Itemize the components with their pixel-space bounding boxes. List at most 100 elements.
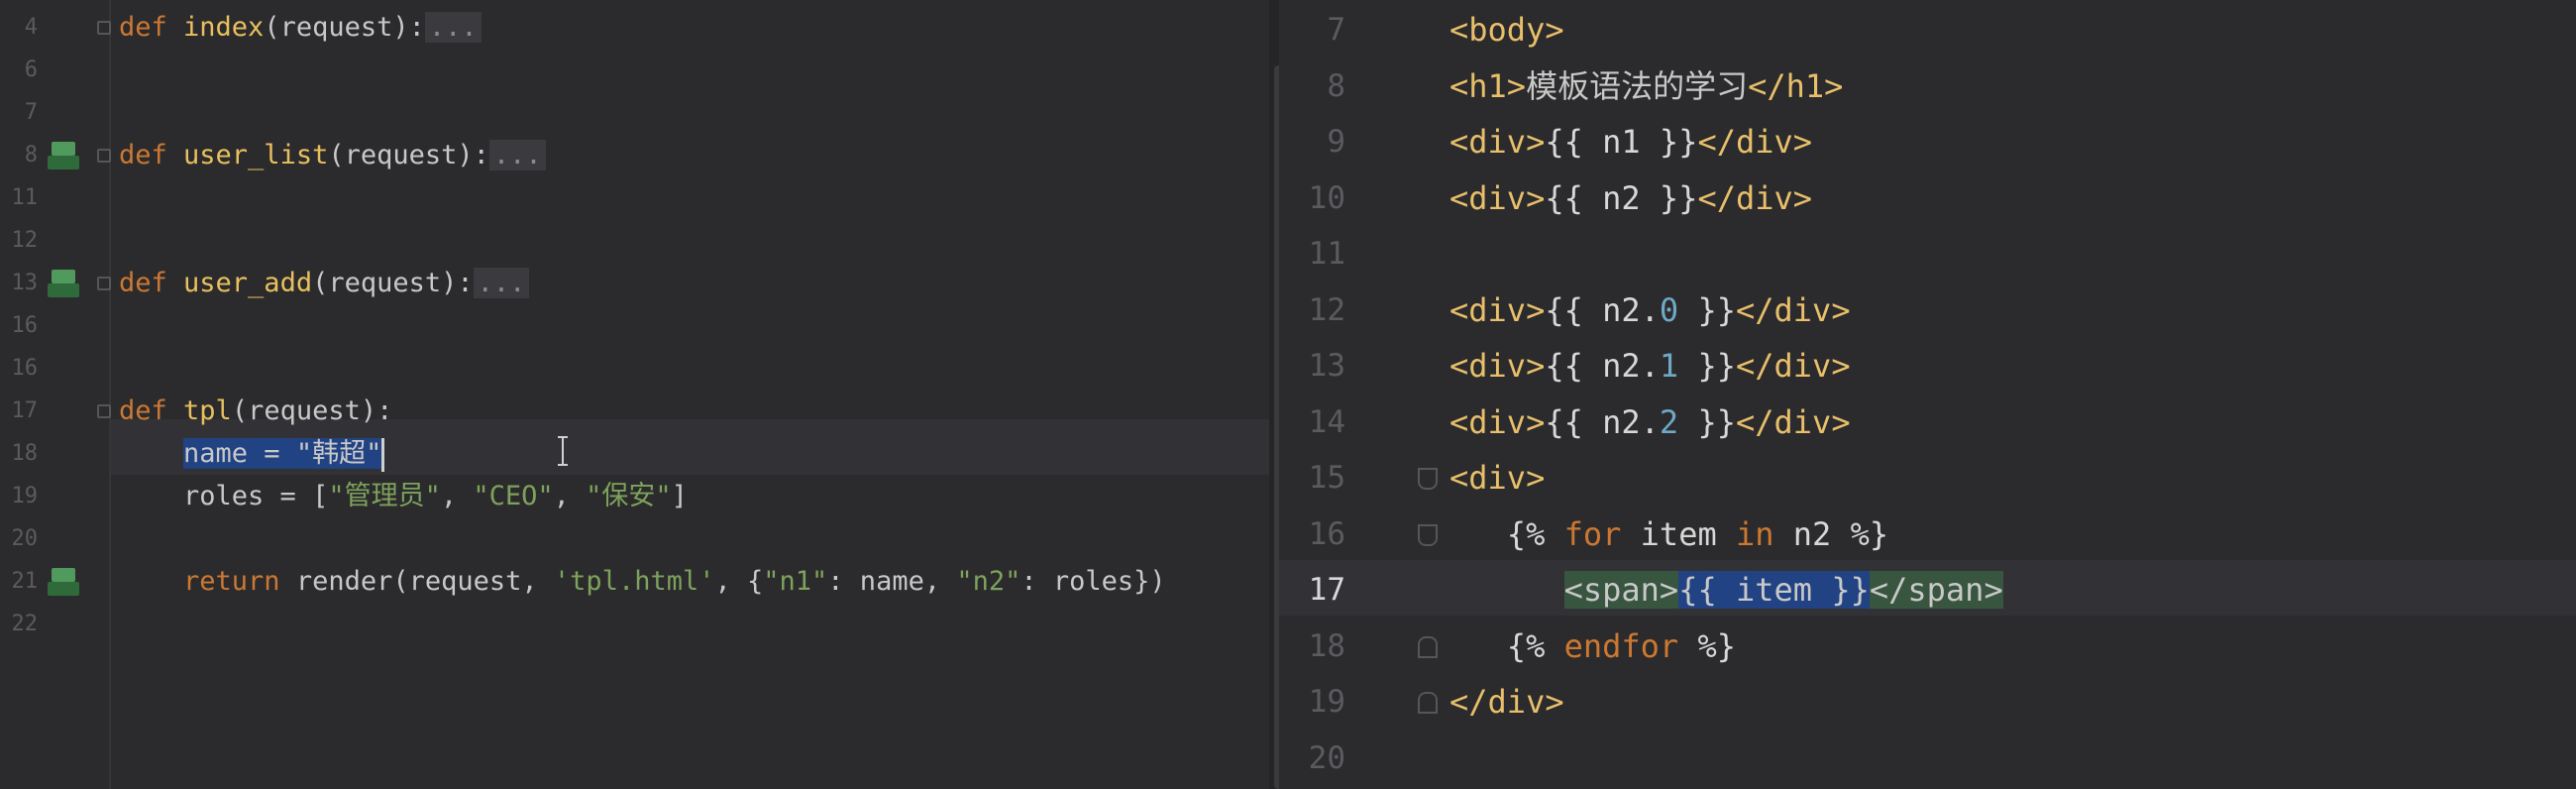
code-token: <h1> [1449,66,1527,105]
code-token: 2 [1659,402,1679,441]
code-line[interactable]: 10 <div>{{ n2 }}</div> [1279,170,2576,226]
code-token: (request): [231,395,393,426]
code-token: , [553,481,587,511]
code-token: n2 %} [1773,514,1889,553]
code-token: endfor [1563,626,1679,665]
code-token: def [119,395,184,426]
code-token: in [1735,514,1774,553]
code-line[interactable]: 17 <span>{{ item }}</span> [1279,562,2576,618]
line-number: 10 [1308,179,1345,216]
code-token: item [1621,514,1736,553]
code-text[interactable]: {% for item in n2 %} [1449,507,1888,562]
line-number: 19 [1308,684,1345,720]
code-token: <div> [1449,402,1546,441]
code-token: ... [473,268,530,298]
code-line[interactable]: 19 </div> [1279,674,2576,730]
code-token: {{ n2. [1545,290,1660,329]
right-editor-pane[interactable]: 7 <body> 8 <h1>模板语法的学习</h1> 9 <div>{{ n1 }}</… [1279,0,2576,789]
code-token: <div> [1449,347,1546,385]
text-caret [381,437,385,472]
code-text[interactable]: <div> [1449,450,1545,506]
code-line[interactable]: 15 <div> [1279,450,2576,506]
code-token: </div> [1449,683,1564,721]
code-token: roles = [ [119,481,329,511]
code-line[interactable]: 18 {% endfor %} [1279,619,2576,674]
code-token: 0 [1659,290,1679,329]
code-token: <div> [1449,459,1546,497]
code-token: {{ n2. [1545,347,1660,385]
code-token: {{ n2. [1545,402,1660,441]
code-token: </div> [1735,290,1851,329]
line-number: 8 [1327,67,1345,104]
code-token: , { [714,566,764,597]
code-token: 'tpl.html' [553,566,715,597]
code-token: user_add [183,268,313,298]
code-line[interactable]: 11 [1279,226,2576,282]
code-line[interactable]: 9 <div>{{ n1 }}</div> [1279,114,2576,169]
code-token: , [440,481,474,511]
code-line[interactable]: 22 [0,597,1279,652]
code-line[interactable]: 8 <h1>模板语法的学习</h1> [1279,58,2576,114]
code-token: def [119,268,184,298]
code-token: return [183,566,296,597]
code-token: 模板语法的学习 [1526,66,1749,105]
code-token: }} [1678,347,1736,385]
line-number: 20 [1308,739,1345,776]
code-text[interactable]: <div>{{ n2 }}</div> [1449,170,1812,226]
code-token: : name, [827,566,957,597]
code-text[interactable]: <div>{{ n2.0 }}</div> [1449,282,1851,338]
line-number: 11 [1308,236,1345,272]
code-token: 1 [1659,347,1679,385]
line-number: 22 [11,612,39,636]
code-token: "保安" [586,481,672,511]
line-number: 7 [1327,12,1345,48]
code-token: ] [671,481,688,511]
code-text[interactable]: <div>{{ n1 }}</div> [1449,114,1812,169]
line-number: 12 [1308,291,1345,328]
code-text[interactable]: {% endfor %} [1449,619,1736,674]
code-line[interactable]: 12 <div>{{ n2.0 }}</div> [1279,282,2576,338]
code-token: for [1563,514,1622,553]
code-line[interactable]: 14 <div>{{ n2.2 }}</div> [1279,394,2576,450]
code-token: (request): [328,140,489,170]
code-token: %} [1678,626,1736,665]
code-text[interactable]: <div>{{ n2.2 }}</div> [1449,394,1851,450]
code-token: "n2" [956,566,1021,597]
code-token: tpl [183,395,232,426]
code-token: </div> [1735,402,1851,441]
code-text[interactable]: <span>{{ item }}</span> [1449,562,2003,618]
code-token: {% [1506,626,1564,665]
left-editor-pane[interactable]: 4 def index(request):... 6 7 8 def user_list(… [0,0,1279,789]
code-token: </div> [1697,123,1813,161]
code-token: <div> [1449,123,1546,161]
code-line[interactable]: 7 <body> [1279,2,2576,57]
code-text[interactable]: <body> [1449,2,1564,57]
code-text[interactable]: <h1>模板语法的学习</h1> [1449,58,1843,114]
code-token: "n1" [763,566,828,597]
line-number: 9 [1327,124,1345,160]
code-line[interactable]: 16 {% for item in n2 %} [1279,507,2576,562]
code-token: }} [1678,402,1736,441]
code-line[interactable]: 13 <div>{{ n2.1 }}</div> [1279,338,2576,394]
code-token: "CEO" [473,481,554,511]
code-token: <div> [1449,178,1546,217]
code-token: ... [488,140,546,170]
code-token: <body> [1449,11,1564,49]
code-token: {% [1506,514,1564,553]
code-token: user_list [183,140,329,170]
line-number: 18 [1308,627,1345,664]
code-text[interactable]: <div>{{ n2.1 }}</div> [1449,338,1851,394]
line-number: 14 [1308,403,1345,440]
code-token: def [119,12,184,43]
code-text[interactable]: </div> [1449,674,1564,730]
code-line[interactable]: 20 [1279,731,2576,786]
code-token: (request): [312,268,474,298]
code-token: {{ item }} [1678,571,1870,609]
code-token: {{ n2 }} [1545,178,1698,217]
code-token: name = "韩超" [183,438,382,469]
code-token: : roles}) [1020,566,1166,597]
